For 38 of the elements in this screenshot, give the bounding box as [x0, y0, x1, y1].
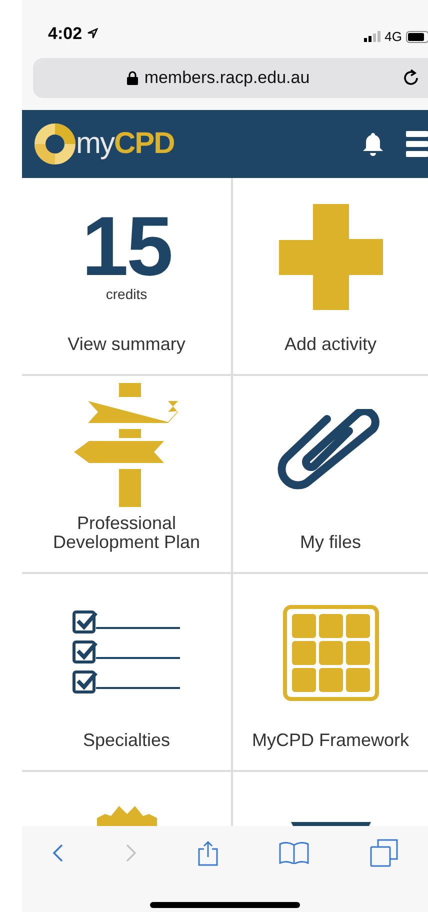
location-icon: [86, 28, 98, 39]
back-icon[interactable]: [52, 843, 64, 863]
checklist-icon: [72, 610, 182, 696]
book-icon[interactable]: [278, 842, 309, 864]
clock: 4:02: [48, 24, 98, 44]
battery-icon: [406, 30, 428, 42]
menu-tile[interactable]: 15 credits View summary: [22, 178, 233, 376]
badge-icon: [96, 806, 156, 826]
tile-label: Add activity: [284, 335, 377, 354]
share-icon[interactable]: [198, 840, 218, 866]
plus-icon: [278, 204, 382, 310]
tile-label: My files: [300, 533, 361, 552]
network-type: 4G: [384, 29, 402, 44]
menu-tile[interactable]: Professional Development Plan: [22, 376, 233, 574]
tile-label: Specialties: [82, 731, 170, 750]
logo-text-bold: CPD: [114, 127, 174, 161]
menu-icon[interactable]: [406, 131, 428, 157]
signpost-icon: [74, 383, 180, 508]
credit-unit: credits: [106, 286, 148, 302]
bell-icon[interactable]: [362, 132, 384, 156]
menu-tile[interactable]: My files: [233, 376, 428, 574]
tile-label: View summary: [68, 335, 186, 354]
menu-tile[interactable]: Add activity: [233, 178, 428, 376]
grid-icon: [282, 604, 378, 701]
signal-icon: [364, 31, 381, 42]
tabs-icon[interactable]: [370, 839, 398, 867]
tile-label: MyCPD Framework: [252, 731, 409, 750]
logo-text: my: [76, 127, 114, 161]
credit-count: 15: [82, 210, 172, 282]
menu-tile[interactable]: Specialties: [22, 574, 233, 772]
tile-label: Professional Development Plan: [52, 514, 202, 552]
bar-icon: [290, 822, 370, 826]
lock-icon: [127, 71, 138, 85]
logo-icon: [34, 123, 76, 165]
url-text: members.racp.edu.au: [127, 68, 310, 88]
address-bar[interactable]: members.racp.edu.au: [33, 58, 428, 98]
reload-icon[interactable]: [404, 69, 420, 87]
menu-tile[interactable]: MyCPD Framework: [233, 574, 428, 772]
